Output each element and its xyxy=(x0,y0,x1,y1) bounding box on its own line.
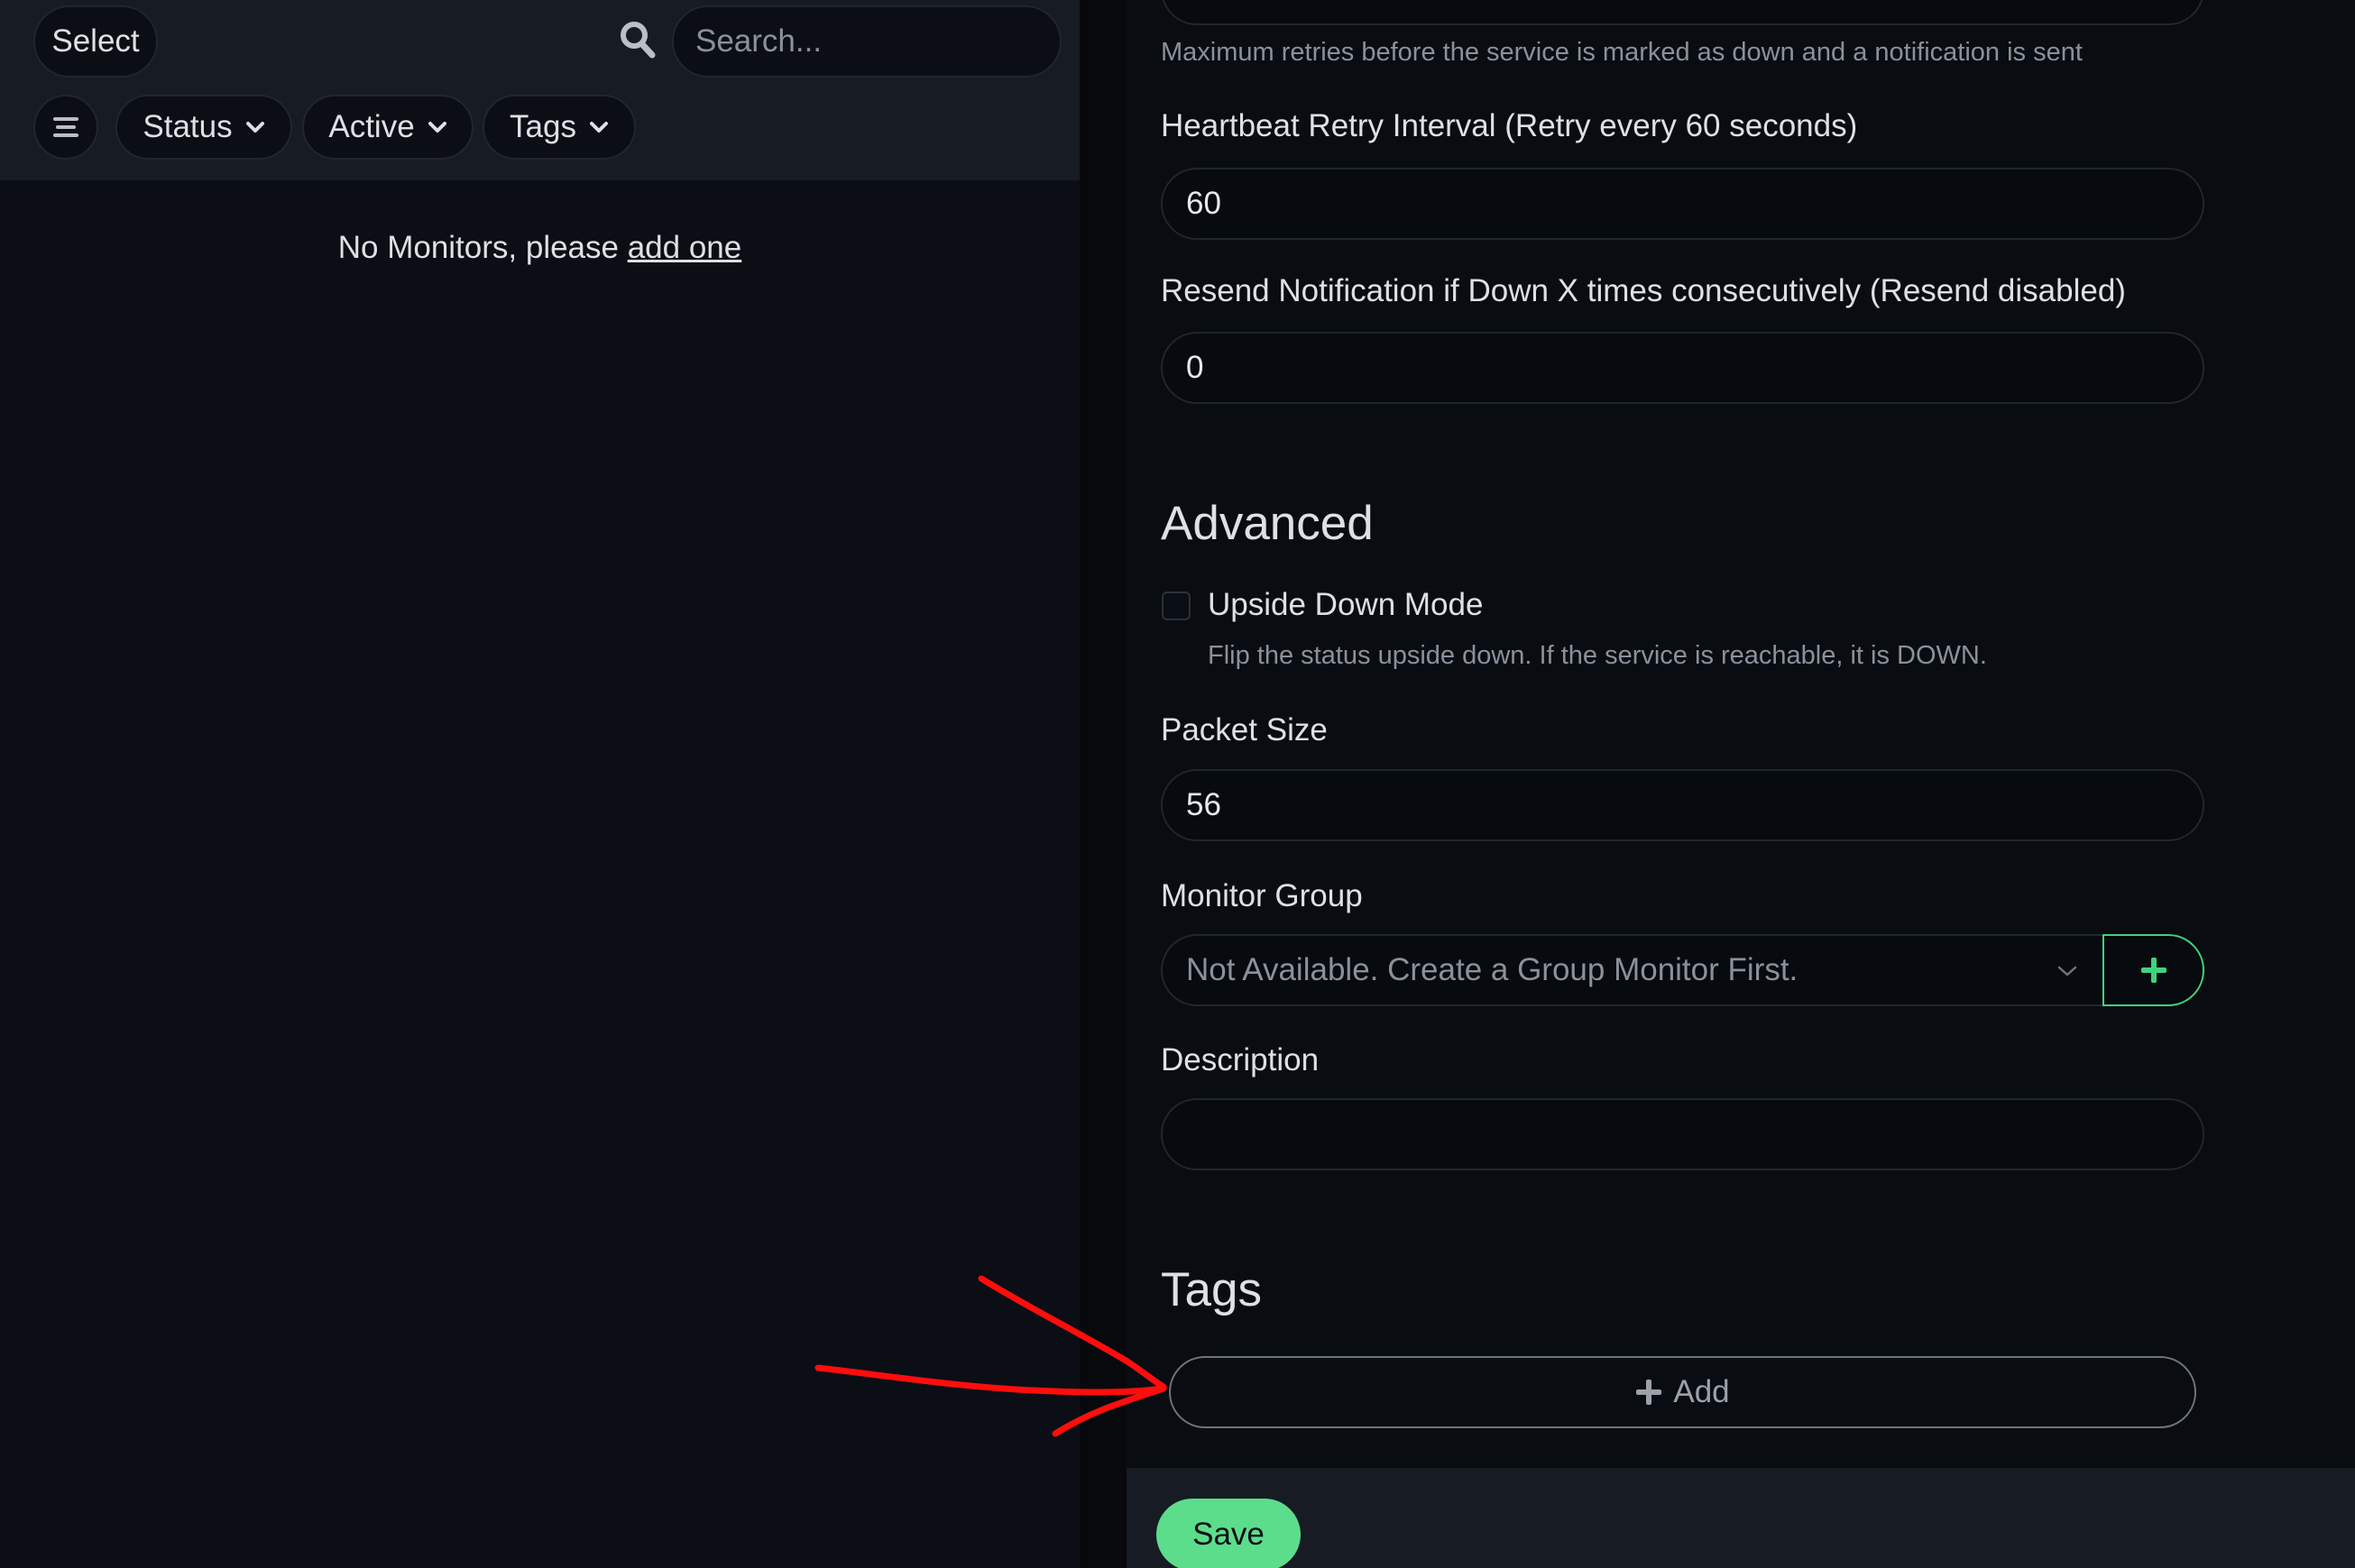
chevron-down-icon xyxy=(245,122,264,133)
tags-filter-label: Tags xyxy=(510,109,576,144)
save-button[interactable]: Save xyxy=(1156,1499,1301,1568)
advanced-section-title: Advanced xyxy=(1161,497,1374,550)
add-group-button[interactable] xyxy=(2102,934,2204,1006)
retry-interval-input[interactable] xyxy=(1161,168,2204,240)
search-input[interactable] xyxy=(672,5,1062,78)
chevron-down-icon xyxy=(428,122,446,133)
resend-notification-input[interactable] xyxy=(1161,332,2204,404)
chevron-down-icon xyxy=(589,122,608,133)
status-filter-dropdown[interactable]: Status xyxy=(115,95,292,160)
chevron-down-icon xyxy=(2057,966,2077,977)
add-tag-button[interactable]: Add xyxy=(1169,1356,2196,1428)
pane-divider xyxy=(1080,0,1127,1568)
upside-down-mode-label[interactable]: Upside Down Mode xyxy=(1208,587,1483,623)
app-root: Select Status xyxy=(0,0,2355,1568)
monitor-group-label: Monitor Group xyxy=(1161,878,1363,913)
empty-monitors-message: No Monitors, please add one xyxy=(0,230,1080,266)
add-monitor-link[interactable]: add one xyxy=(628,230,742,265)
monitor-list-header: Select Status xyxy=(0,0,1080,180)
tags-section-title: Tags xyxy=(1161,1263,1262,1316)
active-filter-label: Active xyxy=(328,109,415,144)
max-retries-input[interactable] xyxy=(1161,0,2204,25)
plus-icon xyxy=(2140,958,2166,983)
plus-icon xyxy=(1636,1380,1662,1405)
active-filter-dropdown[interactable]: Active xyxy=(302,95,474,160)
monitor-group-select[interactable]: Not Available. Create a Group Monitor Fi… xyxy=(1161,934,2102,1006)
empty-message-text: No Monitors, please xyxy=(337,230,628,265)
monitor-list-pane: Select Status xyxy=(0,0,1080,1568)
status-filter-label: Status xyxy=(143,109,233,144)
monitor-group-selected-value: Not Available. Create a Group Monitor Fi… xyxy=(1186,952,1798,987)
monitor-edit-form: Maximum retries before the service is ma… xyxy=(1127,0,2355,1568)
upside-down-mode-checkbox[interactable] xyxy=(1162,591,1191,620)
form-footer: Save xyxy=(1127,1468,2355,1568)
tags-filter-dropdown[interactable]: Tags xyxy=(483,95,636,160)
resend-notification-label: Resend Notification if Down X times cons… xyxy=(1161,273,2126,308)
select-mode-menu-button[interactable] xyxy=(33,95,98,160)
description-input[interactable] xyxy=(1161,1098,2204,1170)
packet-size-label: Packet Size xyxy=(1161,712,1328,747)
retry-interval-label: Heartbeat Retry Interval (Retry every 60… xyxy=(1161,108,1858,143)
max-retries-help-text: Maximum retries before the service is ma… xyxy=(1161,38,2083,67)
list-icon xyxy=(53,117,78,137)
select-button[interactable]: Select xyxy=(33,5,158,78)
upside-down-mode-help-text: Flip the status upside down. If the serv… xyxy=(1208,641,1987,670)
search-icon[interactable] xyxy=(618,18,658,61)
packet-size-input[interactable] xyxy=(1161,769,2204,841)
add-tag-label: Add xyxy=(1673,1374,1730,1409)
description-label: Description xyxy=(1161,1042,1320,1077)
